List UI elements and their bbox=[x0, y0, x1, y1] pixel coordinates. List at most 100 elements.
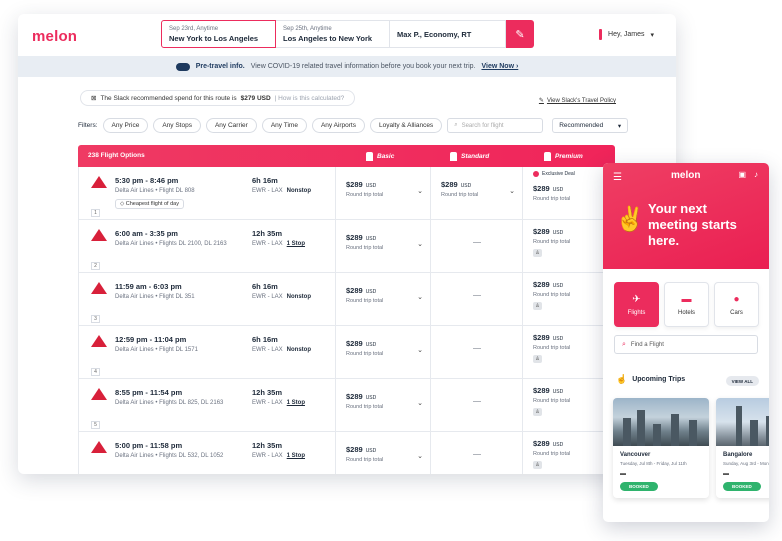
bed-icon: ▬ bbox=[620, 471, 626, 477]
fare-basic[interactable]: $289 USD Round trip total ⌄ bbox=[335, 273, 430, 325]
fare-standard[interactable]: $289 USD Round trip total ⌄ bbox=[430, 167, 522, 219]
fare-premium[interactable]: $289 USD Round trip total ♙ bbox=[522, 379, 616, 431]
filter-chip-stops[interactable]: Any Stops bbox=[153, 118, 201, 133]
unavailable-dash bbox=[473, 242, 481, 243]
find-flight-placeholder: Find a Flight bbox=[630, 341, 664, 348]
banner-view-link[interactable]: View Now › bbox=[481, 63, 518, 70]
fare-premium[interactable]: $289 USD Round trip total ♙ bbox=[522, 432, 616, 474]
edit-search-button[interactable]: ✎ bbox=[506, 20, 534, 48]
view-all-button[interactable]: VIEW ALL bbox=[725, 376, 759, 386]
flight-times: 11:59 am - 6:03 pm bbox=[115, 282, 182, 291]
col-basic[interactable]: Basic bbox=[366, 152, 394, 161]
flight-duration: 6h 16m bbox=[252, 176, 278, 185]
seat-premium-icon bbox=[544, 152, 551, 161]
col-standard[interactable]: Standard bbox=[450, 152, 489, 161]
row-index: 1 bbox=[91, 209, 100, 217]
sort-select[interactable]: Recommended ▾ bbox=[552, 118, 629, 133]
bell-icon[interactable]: ♪ bbox=[754, 170, 758, 179]
travel-policy-label: View Slack's Travel Policy bbox=[546, 98, 616, 104]
user-menu[interactable]: Hey, James ▾ bbox=[599, 29, 654, 40]
flight-search-placeholder: Search for flight bbox=[461, 122, 504, 129]
filter-chip-loyalty[interactable]: Loyalty & Alliances bbox=[369, 118, 443, 133]
row-index: 5 bbox=[91, 421, 100, 429]
passenger-options-field[interactable]: Max P., Economy, RT bbox=[390, 20, 506, 48]
travel-policy-link[interactable]: ✎ View Slack's Travel Policy bbox=[539, 97, 616, 104]
fare-note: Round trip total bbox=[346, 192, 384, 198]
fare-basic[interactable]: $289 USD Round trip total ⌄ bbox=[335, 220, 430, 272]
fare-currency: USD bbox=[552, 389, 564, 395]
chevron-down-icon: ▾ bbox=[650, 31, 654, 39]
leg2-date: Sep 25th, Anytime bbox=[283, 26, 332, 32]
flight-row[interactable]: 8:55 pm - 11:54 pm Delta Air Lines • Flig… bbox=[78, 379, 615, 432]
briefcase-icon[interactable]: ▣ bbox=[738, 170, 746, 179]
seat-amenity-icon: ♙ bbox=[533, 249, 542, 257]
fare-currency: USD bbox=[552, 283, 564, 289]
route-airports: EWR - LAX bbox=[252, 294, 283, 300]
fare-basic[interactable]: $289 USD Round trip total ⌄ bbox=[335, 432, 430, 474]
mobile-hero: ☰ melon ▣ ♪ ✌ Your next meeting starts h… bbox=[603, 163, 769, 269]
fare-amount: $289 bbox=[346, 286, 363, 295]
fare-amount: $289 bbox=[533, 184, 550, 193]
fare-note: Round trip total bbox=[533, 398, 571, 404]
trip-city: Vancouver bbox=[620, 452, 651, 458]
trip-card-bangalore[interactable]: Bangalore Sunday, Aug 3rd - Mon ▬ BOOKED bbox=[716, 398, 769, 498]
fare-currency: USD bbox=[552, 187, 564, 193]
fare-standard-unavailable bbox=[430, 273, 522, 325]
fare-premium[interactable]: Exclusive Deal $289 USD Round trip total bbox=[522, 167, 616, 219]
fare-basic[interactable]: $289 USD Round trip total ⌄ bbox=[335, 379, 430, 431]
col-basic-label: Basic bbox=[377, 153, 395, 160]
flight-row[interactable]: 12:59 pm - 11:04 pm Delta Air Lines • Fli… bbox=[78, 326, 615, 379]
unavailable-dash bbox=[473, 295, 481, 296]
flight-stops[interactable]: 1 Stop bbox=[287, 400, 305, 406]
filter-chip-price[interactable]: Any Price bbox=[102, 118, 149, 133]
recommended-spend-note: ⊠ The Slack recommended spend for this r… bbox=[80, 90, 356, 106]
fare-basic[interactable]: $289 USD Round trip total ⌄ bbox=[335, 326, 430, 378]
trip-city: Bangalore bbox=[723, 452, 753, 458]
seat-amenity-icon: ♙ bbox=[533, 408, 542, 416]
find-flight-input[interactable]: ⌕ Find a Flight bbox=[614, 335, 758, 354]
tab-cars[interactable]: ● Cars bbox=[714, 282, 759, 327]
booked-badge: BOOKED bbox=[723, 482, 761, 491]
fare-amount: $289 bbox=[346, 392, 363, 401]
fare-note: Round trip total bbox=[346, 351, 384, 357]
fare-basic[interactable]: $289 USD Round trip total ⌄ bbox=[335, 167, 430, 219]
flight-row[interactable]: 5:30 pm - 8:46 pm Delta Air Lines • Fligh… bbox=[78, 167, 615, 220]
fare-price: $289 USD bbox=[533, 227, 563, 236]
bed-icon: ▬ bbox=[681, 293, 692, 305]
app-logo[interactable]: melon bbox=[32, 28, 77, 45]
flight-times: 5:30 pm - 8:46 pm bbox=[115, 176, 179, 185]
bed-icon: ▬ bbox=[723, 471, 729, 477]
fare-premium[interactable]: $289 USD Round trip total ♙ bbox=[522, 326, 616, 378]
route-airports: EWR - LAX bbox=[252, 241, 283, 247]
leg1-field[interactable]: Sep 23rd, Anytime New York to Los Angele… bbox=[161, 20, 276, 48]
flight-row[interactable]: 6:00 am - 3:35 pm Delta Air Lines • Fligh… bbox=[78, 220, 615, 273]
flight-airline: Delta Air Lines • Flight DL 808 bbox=[115, 188, 195, 194]
leg1-route: New York to Los Angeles bbox=[169, 34, 259, 43]
fare-premium[interactable]: $289 USD Round trip total ♙ bbox=[522, 273, 616, 325]
flight-route: EWR - LAX 1 Stop bbox=[252, 241, 305, 247]
flight-duration: 6h 16m bbox=[252, 282, 278, 291]
col-premium[interactable]: Premium bbox=[544, 152, 583, 161]
filter-chip-carrier[interactable]: Any Carrier bbox=[205, 118, 257, 133]
flight-times: 8:55 pm - 11:54 pm bbox=[115, 388, 183, 397]
trip-card-vancouver[interactable]: Vancouver Tuesday, Jul 8th - Friday, Jul… bbox=[613, 398, 709, 498]
filter-chip-time[interactable]: Any Time bbox=[261, 118, 307, 133]
fare-amount: $289 bbox=[346, 233, 363, 242]
tab-flights[interactable]: ✈ Flights bbox=[614, 282, 659, 327]
fare-amount: $289 bbox=[533, 333, 550, 342]
user-indicator bbox=[599, 29, 603, 40]
leg2-field[interactable]: Sep 25th, Anytime Los Angeles to New Yor… bbox=[276, 20, 390, 48]
filter-chip-airports[interactable]: Any Airports bbox=[311, 118, 365, 133]
flight-row[interactable]: 5:00 pm - 11:58 pm Delta Air Lines • Flig… bbox=[78, 432, 615, 474]
chevron-down-icon: ⌄ bbox=[417, 294, 423, 301]
flight-stops[interactable]: 1 Stop bbox=[287, 453, 305, 459]
recommend-question-link[interactable]: | How is this calculated? bbox=[275, 95, 345, 102]
tab-hotels[interactable]: ▬ Hotels bbox=[664, 282, 709, 327]
flight-stops[interactable]: 1 Stop bbox=[287, 241, 305, 247]
flight-row[interactable]: 11:59 am - 6:03 pm Delta Air Lines • Flig… bbox=[78, 273, 615, 326]
menu-icon[interactable]: ☰ bbox=[613, 172, 622, 183]
fare-premium[interactable]: $289 USD Round trip total ♙ bbox=[522, 220, 616, 272]
filters-label: Filters: bbox=[78, 122, 98, 129]
results-header: 238 Flight Options Basic Standard Premiu… bbox=[78, 145, 615, 167]
flight-search-input[interactable]: ⌕ Search for flight bbox=[447, 118, 544, 133]
